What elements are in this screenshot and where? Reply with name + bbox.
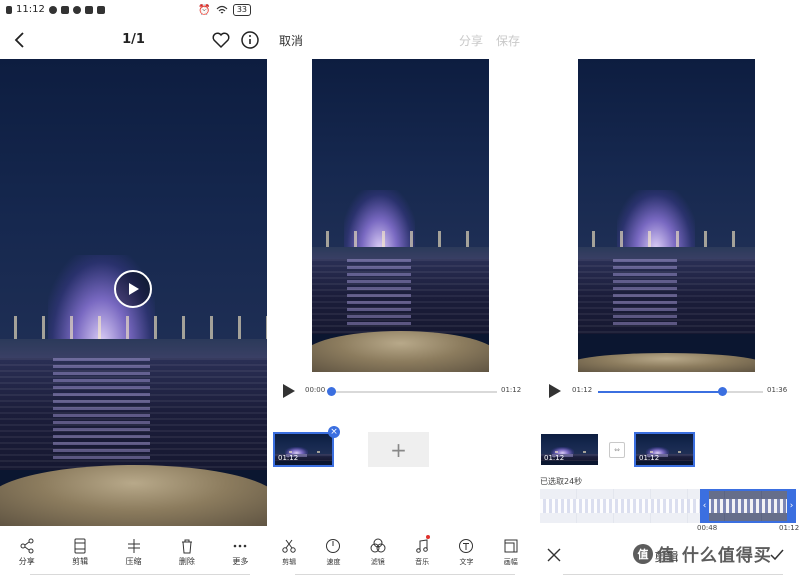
clip-duration: 01:12: [278, 454, 299, 462]
more-action[interactable]: 更多: [214, 532, 267, 577]
favorite-heart-icon[interactable]: [211, 30, 231, 50]
share-button[interactable]: 分享: [459, 32, 483, 49]
alarm-icon: ⏰: [198, 4, 211, 16]
edit-action[interactable]: 剪辑: [53, 532, 106, 577]
notification-icon: [72, 5, 81, 14]
trim-filmstrip[interactable]: ‹ ›: [540, 489, 796, 523]
notification-icon: [84, 5, 93, 14]
more-label: 更多: [232, 557, 249, 566]
play-icon[interactable]: [281, 383, 297, 399]
watermark-text: 值 什么值得买: [657, 546, 772, 566]
total-time: 01:36: [767, 386, 788, 394]
compress-icon: [127, 539, 140, 553]
divider: [295, 574, 515, 575]
tool-trim[interactable]: 剪辑: [267, 532, 311, 577]
watermark: 值 值 什么值得买: [633, 541, 772, 566]
tool-text[interactable]: 文字: [444, 532, 488, 577]
progress-track[interactable]: [329, 391, 497, 393]
progress-fill: [598, 391, 722, 393]
video-trim-panel: 01:12 01:36 01:12 ⇔ 01:12 已选取24秒 ‹ › 00:…: [533, 0, 800, 577]
clip-duration: 01:12: [639, 454, 660, 462]
video-editor-panel: 取消 分享 保存 00:00 01:12 01:12 × + 剪辑 速度 滤镜: [267, 0, 533, 577]
delete-action[interactable]: 删除: [160, 532, 213, 577]
sim-icon: [6, 5, 12, 14]
clip-thumbnail[interactable]: 01:12: [273, 432, 334, 467]
battery-indicator: 33: [232, 4, 251, 16]
tool-trim-label: 剪辑: [282, 558, 297, 566]
watermark-logo: 值: [633, 543, 653, 564]
viewer-header: 1/1: [0, 24, 267, 58]
playback-timeline: 00:00 01:12: [281, 381, 521, 401]
tool-aspect[interactable]: 画幅: [489, 532, 533, 577]
compress-action[interactable]: 压缩: [107, 532, 160, 577]
plus-icon: +: [390, 437, 407, 462]
tool-aspect-label: 画幅: [503, 558, 518, 566]
filter-icon: [370, 538, 386, 553]
speed-icon: [326, 539, 341, 553]
music-icon: [416, 539, 428, 553]
trim-range-end: 01:12: [779, 524, 800, 532]
current-time: 00:00: [305, 386, 326, 394]
clip-duration: 01:12: [544, 454, 565, 462]
tool-music[interactable]: 音乐: [400, 532, 444, 577]
trim-start-handle[interactable]: ‹: [700, 489, 709, 523]
notification-icon: [48, 5, 57, 14]
video-preview[interactable]: [578, 59, 755, 372]
trim-range-start: 00:48: [697, 524, 718, 532]
trash-icon: [181, 539, 192, 554]
transition-icon[interactable]: ⇔: [609, 442, 625, 458]
share-icon: [20, 538, 34, 554]
cancel-button[interactable]: 取消: [279, 32, 303, 49]
progress-knob[interactable]: [327, 387, 336, 396]
video-preview[interactable]: [312, 59, 489, 372]
remove-clip-icon[interactable]: ×: [328, 426, 340, 438]
save-button[interactable]: 保存: [496, 32, 520, 49]
tool-music-label: 音乐: [415, 558, 430, 566]
trim-selection[interactable]: [700, 489, 796, 523]
video-viewer-panel: 11:12 ⏰ 33 1/1 分享 剪辑 压缩 删除 更多: [0, 0, 267, 577]
notification-icon: [60, 5, 69, 14]
current-time: 01:12: [572, 386, 593, 394]
tool-text-label: 文字: [459, 558, 474, 566]
viewer-action-bar: 分享 剪辑 压缩 删除 更多: [0, 532, 267, 577]
trim-end-handle[interactable]: ›: [787, 489, 796, 523]
editor-tool-bar: 剪辑 速度 滤镜 音乐 文字 画幅: [267, 532, 533, 577]
playback-timeline: 01:12 01:36: [547, 381, 787, 401]
play-icon[interactable]: [547, 383, 563, 399]
tool-filter-label: 滤镜: [370, 558, 385, 566]
edit-label: 剪辑: [72, 557, 89, 566]
selected-duration-label: 已选取24秒: [540, 477, 583, 486]
status-time: 11:12: [16, 4, 45, 15]
clip-thumbnail-selected[interactable]: 01:12: [634, 432, 695, 467]
tool-filter[interactable]: 滤镜: [356, 532, 400, 577]
text-icon: [459, 539, 474, 553]
share-action[interactable]: 分享: [0, 532, 53, 577]
delete-label: 删除: [178, 557, 195, 566]
add-clip-button[interactable]: +: [368, 432, 429, 467]
clip-thumbnail[interactable]: 01:12: [539, 432, 600, 467]
play-button[interactable]: [114, 270, 152, 308]
play-icon: [129, 283, 139, 295]
more-icon: [234, 544, 247, 548]
info-icon[interactable]: [240, 30, 260, 50]
divider: [563, 574, 783, 575]
aspect-ratio-icon: [504, 539, 518, 553]
status-bar: 11:12 ⏰ 33: [0, 0, 267, 22]
tool-speed-label: 速度: [326, 558, 341, 566]
notification-icon: [96, 5, 105, 14]
share-label: 分享: [18, 557, 35, 566]
film-icon: [74, 538, 86, 554]
divider: [30, 574, 250, 575]
tool-speed[interactable]: 速度: [311, 532, 355, 577]
compress-label: 压缩: [125, 557, 142, 566]
total-time: 01:12: [501, 386, 522, 394]
scissors-icon: [282, 539, 296, 553]
wifi-icon: [216, 5, 228, 14]
progress-knob[interactable]: [717, 387, 727, 396]
